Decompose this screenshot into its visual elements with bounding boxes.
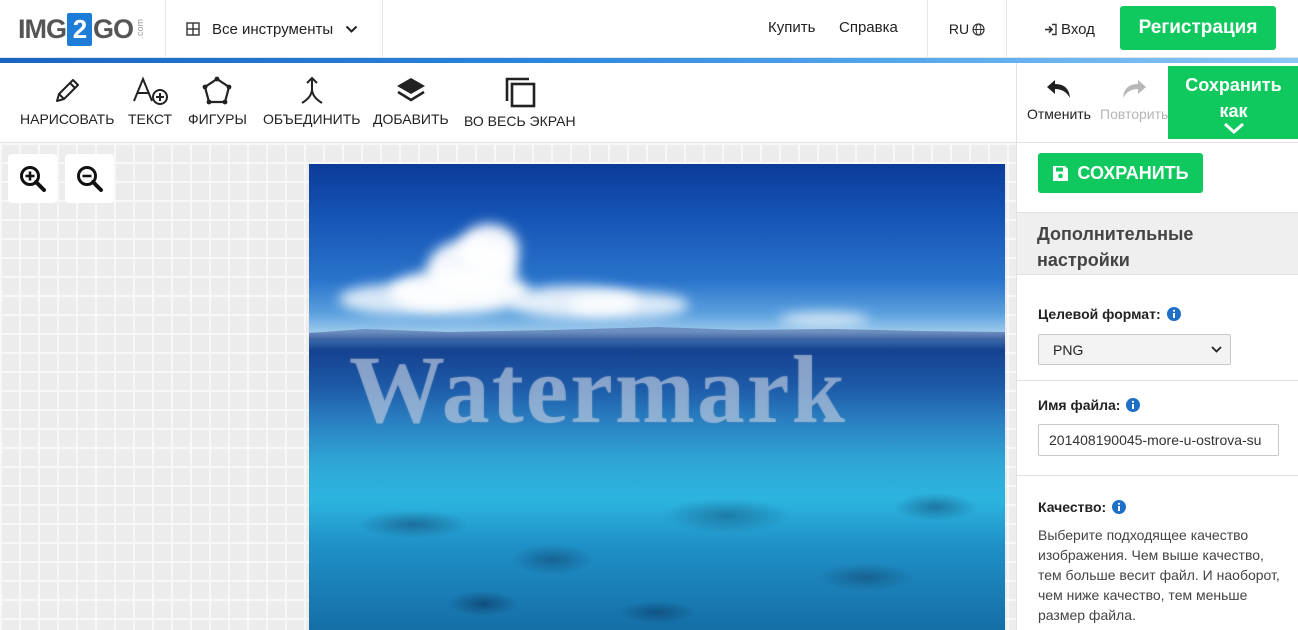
format-label: Целевой формат:	[1038, 306, 1181, 322]
redo-icon	[1120, 77, 1148, 106]
info-icon[interactable]	[1126, 398, 1141, 412]
shapes-icon	[201, 75, 233, 111]
pencil-icon	[51, 75, 83, 111]
redo-button[interactable]: Повторить	[1100, 77, 1168, 122]
watermark-text: Watermark	[349, 336, 847, 443]
save-as-label: Сохранить	[1185, 75, 1282, 95]
save-as-button[interactable]: Сохранить как	[1168, 66, 1298, 139]
tool-fullscreen[interactable]: ВО ВЕСЬ ЭКРАН	[464, 75, 576, 129]
editor-toolbar: НАРИСОВАТЬ ТЕКСТ ФИГУРЫ ОБЪЕДИНИТЬ ДОБАВ…	[0, 63, 1016, 143]
info-icon[interactable]	[1112, 500, 1127, 514]
add-text-icon	[130, 75, 170, 111]
tool-label: НАРИСОВАТЬ	[20, 111, 115, 127]
tool-label: ОБЪЕДИНИТЬ	[263, 111, 361, 127]
editor-canvas[interactable]: Watermark	[0, 143, 1016, 630]
tool-draw[interactable]: НАРИСОВАТЬ	[20, 75, 114, 127]
language-code: RU	[948, 21, 970, 37]
format-select[interactable]: PNG	[1038, 334, 1231, 365]
undo-icon	[1045, 77, 1073, 106]
buy-link[interactable]: Купить	[768, 0, 815, 58]
tool-label: ВО ВЕСЬ ЭКРАН	[464, 113, 576, 129]
undo-label: Отменить	[1027, 106, 1091, 122]
zoom-in-icon	[19, 165, 47, 193]
language-selector[interactable]: RU	[928, 0, 1006, 58]
logo-text-left: IMG	[18, 13, 67, 44]
filename-input[interactable]: 201408190045-more-u-ostrova-su	[1038, 424, 1279, 456]
help-link[interactable]: Справка	[839, 0, 898, 58]
settings-panel: СОХРАНИТЬ Дополнительные настройки Целев…	[1016, 143, 1298, 630]
save-label: СОХРАНИТЬ	[1077, 162, 1189, 183]
reef-shadows	[309, 454, 1005, 630]
fullscreen-icon	[503, 75, 537, 113]
header-divider	[382, 0, 383, 58]
zoom-in-button[interactable]	[8, 154, 57, 203]
quality-description: Выберите подходящее качество изображения…	[1038, 527, 1280, 623]
edited-image[interactable]: Watermark	[309, 164, 1005, 630]
advanced-settings-title: Дополнительные настройки	[1017, 212, 1298, 275]
logo-suffix: .com	[135, 19, 146, 39]
chevron-down-icon	[1211, 346, 1222, 353]
quality-label: Качество:	[1038, 499, 1127, 515]
login-link[interactable]: Вход	[1044, 0, 1095, 58]
history-actions: Отменить Повторить Сохранить как	[1016, 63, 1298, 143]
quality-label-text: Качество:	[1038, 499, 1107, 515]
floppy-disk-icon	[1052, 165, 1077, 182]
save-button[interactable]: СОХРАНИТЬ	[1038, 153, 1203, 193]
tool-merge[interactable]: ОБЪЕДИНИТЬ	[263, 75, 361, 127]
tool-shapes[interactable]: ФИГУРЫ	[188, 75, 247, 127]
all-tools-dropdown[interactable]: Все инструменты	[166, 0, 382, 58]
globe-icon	[969, 22, 985, 36]
login-label: Вход	[1061, 20, 1095, 38]
sign-in-icon	[1044, 23, 1061, 36]
tool-add[interactable]: ДОБАВИТЬ	[373, 75, 449, 127]
logo-text-right: GO	[93, 13, 134, 44]
undo-button[interactable]: Отменить	[1027, 77, 1091, 122]
info-icon[interactable]	[1166, 307, 1181, 321]
zoom-out-button[interactable]	[65, 154, 114, 203]
section-divider	[1017, 475, 1298, 476]
register-button[interactable]: Регистрация	[1120, 6, 1276, 50]
grid-icon	[186, 22, 200, 36]
format-value: PNG	[1053, 341, 1084, 358]
tool-text[interactable]: ТЕКСТ	[128, 75, 172, 127]
layers-icon	[395, 75, 427, 111]
img2go-logo[interactable]: IMG 2 GO .com	[18, 12, 145, 46]
format-label-text: Целевой формат:	[1038, 306, 1161, 322]
chevron-down-icon	[345, 25, 358, 34]
tool-label: ФИГУРЫ	[188, 111, 247, 127]
logo-digit: 2	[67, 12, 92, 46]
chevron-down-icon	[1168, 122, 1298, 134]
top-header: IMG 2 GO .com Все инструменты Купить Справк…	[0, 0, 1298, 58]
tool-label: ТЕКСТ	[128, 111, 173, 127]
tool-label: ДОБАВИТЬ	[373, 111, 449, 127]
zoom-out-icon	[76, 165, 104, 193]
section-divider	[1017, 380, 1298, 381]
all-tools-label: Все инструменты	[212, 20, 334, 38]
filename-label-text: Имя файла:	[1038, 397, 1121, 413]
merge-icon	[296, 75, 328, 111]
redo-label: Повторить	[1100, 106, 1169, 122]
header-divider	[1006, 0, 1007, 58]
filename-label: Имя файла:	[1038, 397, 1141, 413]
save-as-label-2: как	[1219, 101, 1248, 121]
